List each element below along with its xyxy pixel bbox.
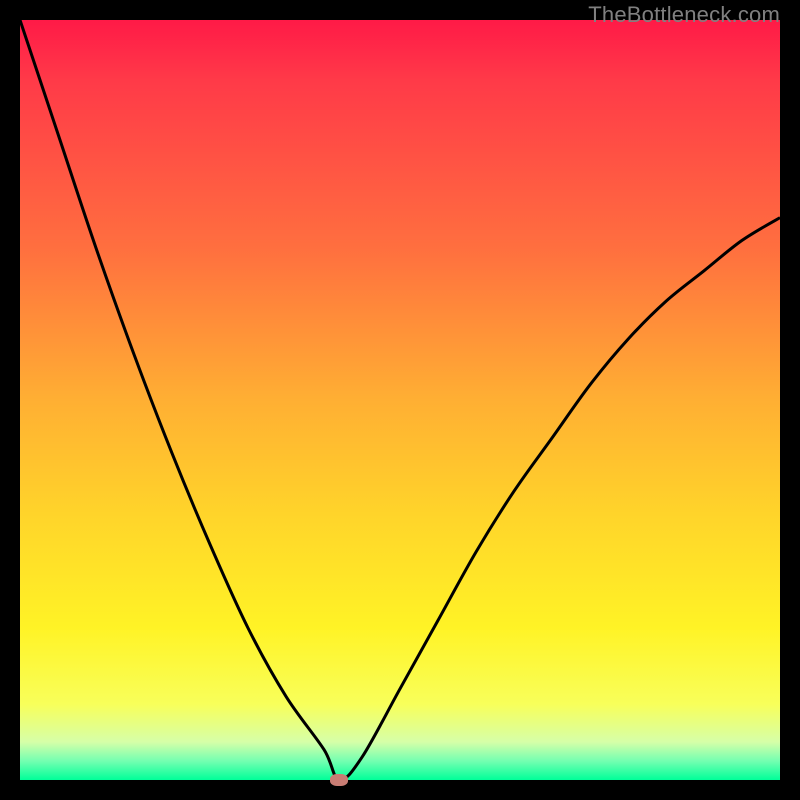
bottleneck-curve <box>20 20 780 780</box>
watermark-text: TheBottleneck.com <box>588 2 780 28</box>
curve-svg <box>20 20 780 780</box>
optimal-point-marker <box>330 774 348 786</box>
chart-frame: TheBottleneck.com <box>0 0 800 800</box>
plot-area <box>20 20 780 780</box>
